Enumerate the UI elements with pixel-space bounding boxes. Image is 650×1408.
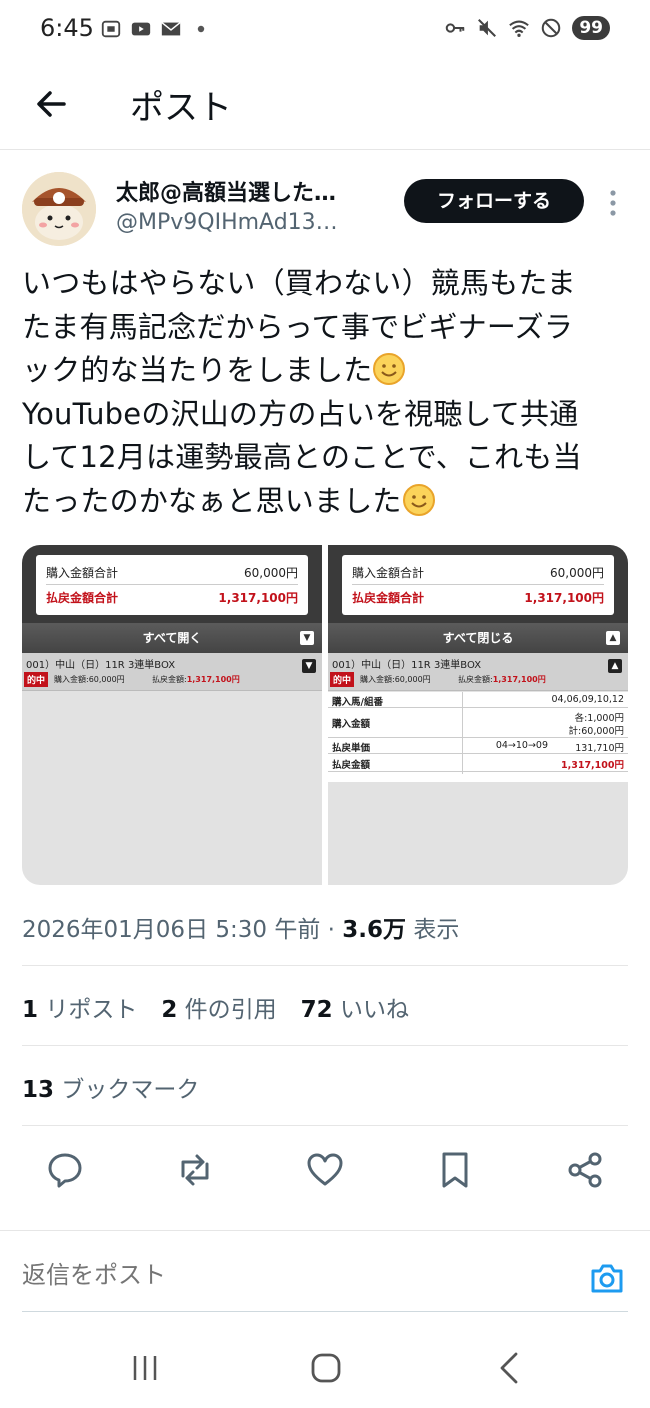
- tweet-stats: 1 リポスト 2 件の引用 72 いいね: [22, 990, 409, 1024]
- avatar-image: [22, 172, 96, 246]
- more-options-icon[interactable]: [603, 186, 623, 220]
- follow-button[interactable]: フォローする: [404, 179, 584, 223]
- page-title: ポスト: [130, 88, 232, 128]
- tweet-media[interactable]: 購入金額合計 60,000円 払戻金額合計 1,317,100円 すべて開く ▼ 00…: [22, 545, 628, 885]
- tweet-line: たったのかなぁと思いました: [22, 483, 402, 518]
- likes-stat[interactable]: 72 いいね: [301, 990, 409, 1024]
- tweet-line: たま有馬記念だからって事でビギナーズラ: [22, 309, 574, 344]
- unit-price-label: 払戻単価: [332, 743, 371, 754]
- author-handle[interactable]: @MPv9QIHmAd13…: [116, 210, 338, 235]
- reposts-stat[interactable]: 1 リポスト: [22, 990, 137, 1024]
- camera-icon[interactable]: [588, 1259, 626, 1297]
- buy-amount: 購入金額:60,000円: [360, 675, 431, 684]
- triangle-up-icon: ▲: [606, 631, 620, 645]
- horses-value: 04,06,09,10,12: [551, 694, 624, 705]
- mute-icon: [478, 19, 497, 37]
- repost-icon[interactable]: [175, 1150, 215, 1190]
- views-count: 3.6万: [342, 917, 407, 943]
- mail-icon: [161, 22, 181, 36]
- share-icon[interactable]: [565, 1150, 605, 1190]
- top-header: ポスト: [0, 62, 650, 150]
- payout-amount: 払戻金額:1,317,100円: [458, 675, 546, 684]
- youtube-icon: [131, 22, 151, 36]
- key-icon: [446, 23, 465, 33]
- buy-total-value: 60,000円: [550, 566, 604, 580]
- wifi-icon: [509, 20, 530, 37]
- bet-detail-table: 購入馬/組番 04,06,09,10,12 購入金額 各:1,000円 計:60…: [328, 692, 628, 782]
- triangle-down-icon: ▼: [300, 631, 314, 645]
- amount-label: 購入金額: [332, 719, 371, 730]
- tweet-line: いつもはやらない（買わない）競馬もたま: [22, 266, 576, 300]
- payout-total-label: 払戻金額合計: [352, 590, 425, 605]
- avatar[interactable]: [22, 172, 96, 246]
- payout-label: 払戻金額: [332, 760, 371, 771]
- like-heart-icon[interactable]: [305, 1150, 345, 1190]
- action-bar: [0, 1140, 650, 1200]
- horses-label: 購入馬/組番: [332, 697, 383, 708]
- triangle-up-icon: ▲: [608, 659, 622, 673]
- no-sign-icon: [542, 18, 561, 38]
- buy-total-label: 購入金額合計: [352, 566, 425, 580]
- divider: [22, 965, 628, 966]
- race-row: 001）中山（日）11R 3連単BOX 的中 購入金額:60,000円 払戻金額…: [22, 653, 322, 691]
- payout-total-value: 1,317,100円: [218, 590, 298, 605]
- summary-box: 購入金額合計 60,000円 払戻金額合計 1,317,100円: [36, 555, 308, 615]
- unit-price-value: 131,710円: [575, 743, 624, 754]
- quotes-stat[interactable]: 2 件の引用: [161, 990, 276, 1024]
- smiling-face-emoji-icon: [402, 483, 435, 516]
- race-row: 001）中山（日）11R 3連単BOX 的中 購入金額:60,000円 払戻金額…: [328, 653, 628, 691]
- back-nav-icon[interactable]: [490, 1348, 530, 1388]
- status-time: 6:45: [40, 14, 94, 42]
- reply-composer: [0, 1230, 650, 1314]
- triangle-down-icon: ▼: [302, 659, 316, 673]
- payout-value: 1,317,100円: [561, 760, 624, 771]
- divider: [22, 1045, 628, 1046]
- tweet-timestamp: 2026年01月06日 5:30 午前 · 3.6万 表示: [22, 910, 459, 944]
- recent-apps-icon[interactable]: [125, 1348, 165, 1388]
- reply-input[interactable]: [22, 1261, 562, 1289]
- divider: [22, 1125, 628, 1126]
- tweet-text: いつもはやらない（買わない）競馬もたま たま有馬記念だからって事でビギナーズラ …: [22, 262, 632, 523]
- bookmarks-stat[interactable]: 13 ブックマーク: [22, 1070, 199, 1104]
- race-title: 001）中山（日）11R 3連単BOX: [332, 660, 482, 671]
- race-title: 001）中山（日）11R 3連単BOX: [26, 660, 176, 671]
- author-name[interactable]: 太郎@高額当選した…: [116, 175, 336, 207]
- datetime: 2026年01月06日 5:30 午前 ·: [22, 917, 343, 943]
- hit-badge: 的中: [24, 672, 49, 687]
- amount-total: 計:60,000円: [568, 726, 624, 737]
- media-image-left[interactable]: 購入金額合計 60,000円 払戻金額合計 1,317,100円 すべて開く ▼ 00…: [22, 545, 322, 885]
- screenshot-icon: [101, 20, 121, 38]
- media-image-right[interactable]: 購入金額合計 60,000円 払戻金額合計 1,317,100円 すべて閉じる ▲ 0…: [328, 545, 628, 885]
- unit-combo: 04→10→09: [495, 740, 548, 751]
- reply-underline: [22, 1311, 628, 1312]
- buy-amount: 購入金額:60,000円: [54, 675, 125, 684]
- summary-box: 購入金額合計 60,000円 払戻金額合計 1,317,100円: [342, 555, 614, 615]
- home-icon[interactable]: [306, 1348, 346, 1388]
- dot-icon: [197, 25, 205, 33]
- android-nav-bar: [0, 1326, 650, 1408]
- amount-each: 各:1,000円: [574, 713, 624, 724]
- expand-all-bar: すべて開く ▼: [22, 623, 322, 653]
- bookmark-icon[interactable]: [435, 1150, 475, 1190]
- tweet-line: YouTubeの沢山の方の占いを視聴して共通: [22, 396, 579, 431]
- tweet-line: して12月は運勢最高とのことで、これも当: [22, 440, 582, 474]
- buy-total-label: 購入金額合計: [46, 566, 119, 580]
- smiling-face-emoji-icon: [373, 353, 406, 385]
- status-bar: 6:45 99: [0, 0, 650, 62]
- battery-indicator: 99: [572, 16, 610, 40]
- buy-total-value: 60,000円: [244, 566, 298, 580]
- payout-amount: 払戻金額:1,317,100円: [152, 675, 240, 684]
- payout-total-label: 払戻金額合計: [46, 590, 119, 605]
- payout-total-value: 1,317,100円: [524, 590, 604, 605]
- reply-icon[interactable]: [45, 1150, 85, 1190]
- tweet-line: ック的な当たりをしました: [22, 353, 373, 387]
- hit-badge: 的中: [330, 672, 355, 687]
- back-arrow-icon[interactable]: [28, 80, 76, 128]
- views-label: 表示: [406, 917, 460, 943]
- collapse-all-bar: すべて閉じる ▲: [328, 623, 628, 653]
